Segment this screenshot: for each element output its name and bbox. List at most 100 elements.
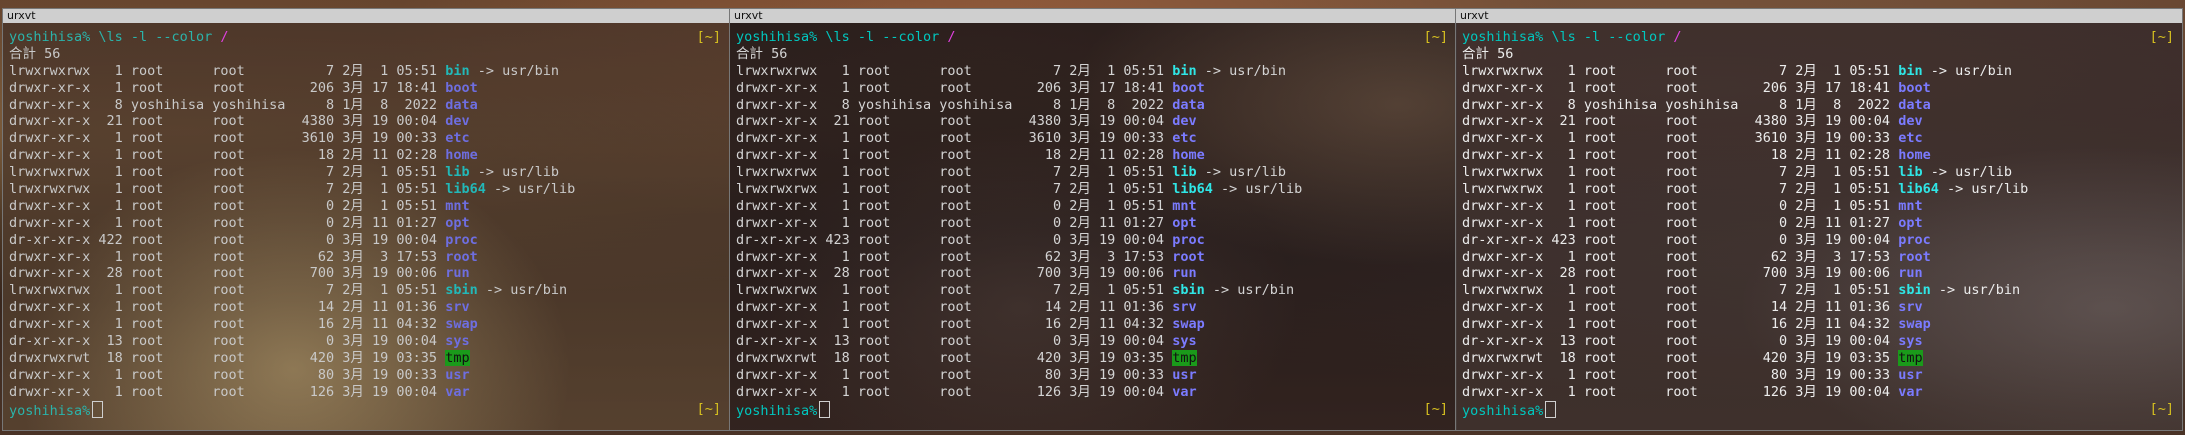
file-owner: root — [1583, 299, 1666, 316]
file-name[interactable]: opt — [445, 215, 469, 231]
file-name[interactable]: var — [1172, 384, 1196, 400]
listing-row: drwxr-xr-x 1 root root 206 3月 17 18:41 b… — [736, 80, 1450, 97]
file-group: root — [212, 231, 294, 248]
file-owner: root — [857, 333, 940, 350]
file-name[interactable]: lib — [1898, 164, 1922, 180]
file-name[interactable]: tmp — [445, 349, 470, 366]
file-name[interactable]: proc — [1172, 232, 1205, 248]
file-name[interactable]: srv — [1172, 299, 1196, 315]
file-name[interactable]: tmp — [1898, 349, 1923, 366]
file-name[interactable]: srv — [1898, 299, 1922, 315]
file-day: 19 — [1825, 231, 1850, 248]
file-name[interactable]: data — [1898, 97, 1931, 113]
file-name[interactable]: sbin — [1172, 282, 1205, 298]
file-name[interactable]: lib64 — [1898, 181, 1939, 197]
terminal-content[interactable]: yoshihisa% \ls -l --color / [~] 合計 56 lrwxr… — [1456, 23, 2182, 430]
file-name[interactable]: boot — [1172, 80, 1205, 96]
file-name[interactable]: proc — [1898, 232, 1931, 248]
terminal-window-1[interactable]: urxvt yoshihisa% \ls -l --color / [~] 合計 5… — [2, 8, 730, 431]
file-name[interactable]: root — [1898, 249, 1931, 265]
file-name[interactable]: bin — [1172, 63, 1196, 79]
file-name[interactable]: dev — [1898, 113, 1922, 129]
file-name[interactable]: lib — [1172, 164, 1196, 180]
file-name[interactable]: sys — [1172, 333, 1196, 349]
file-name[interactable]: sys — [1898, 333, 1922, 349]
window-titlebar[interactable]: urxvt — [1456, 9, 2182, 23]
file-name[interactable]: usr — [445, 367, 469, 383]
file-name[interactable]: swap — [445, 316, 478, 332]
window-titlebar[interactable]: urxvt — [3, 9, 729, 23]
file-group: root — [939, 265, 1021, 282]
file-name[interactable]: sbin — [445, 282, 478, 298]
file-name[interactable]: root — [445, 249, 478, 265]
file-name[interactable]: run — [1172, 265, 1196, 281]
file-name[interactable]: usr — [1172, 367, 1196, 383]
file-name[interactable]: swap — [1898, 316, 1931, 332]
file-name[interactable]: boot — [445, 80, 478, 96]
file-permissions: drwxr-xr-x — [1462, 265, 1552, 282]
file-permissions: dr-xr-xr-x — [9, 231, 99, 248]
file-name[interactable]: lib64 — [445, 181, 486, 197]
file-owner: root — [130, 366, 213, 383]
file-name[interactable]: mnt — [1898, 198, 1922, 214]
file-name[interactable]: usr — [1898, 367, 1922, 383]
link-count: 28 — [1551, 265, 1584, 282]
file-group: root — [1665, 383, 1747, 400]
active-prompt-line[interactable]: yoshihisa% [~] — [1462, 400, 2176, 419]
link-count: 28 — [98, 265, 131, 282]
file-name[interactable]: sbin — [1898, 282, 1931, 298]
listing-row: drwxr-xr-x 1 root root 0 2月 1 05:51 mnt — [736, 198, 1450, 215]
file-name[interactable]: dev — [445, 113, 469, 129]
file-name[interactable]: opt — [1898, 215, 1922, 231]
file-name[interactable]: opt — [1172, 215, 1196, 231]
file-name[interactable]: etc — [445, 130, 469, 146]
file-name[interactable]: swap — [1172, 316, 1205, 332]
file-group: root — [212, 214, 294, 231]
terminal-window-2[interactable]: urxvt yoshihisa% \ls -l --color / [~] 合計 5… — [729, 8, 1457, 431]
terminal-cursor[interactable] — [1545, 400, 1557, 418]
file-name[interactable]: home — [445, 147, 478, 163]
file-name[interactable]: bin — [445, 63, 469, 79]
file-size: 7 — [293, 62, 343, 79]
file-time: 05:51 — [1123, 164, 1173, 181]
file-name[interactable]: data — [445, 97, 478, 113]
file-permissions: drwxr-xr-x — [9, 265, 99, 282]
file-name[interactable]: mnt — [1172, 198, 1196, 214]
file-month: 3月 — [342, 130, 373, 147]
file-name[interactable]: bin — [1898, 63, 1922, 79]
active-prompt-line[interactable]: yoshihisa% [~] — [9, 400, 723, 419]
file-time: 01:36 — [396, 299, 446, 316]
file-name[interactable]: tmp — [1172, 349, 1197, 366]
terminal-cursor[interactable] — [819, 400, 831, 418]
file-name[interactable]: data — [1172, 97, 1205, 113]
file-name[interactable]: dev — [1172, 113, 1196, 129]
terminal-content[interactable]: yoshihisa% \ls -l --color / [~] 合計 56 lrwxr… — [730, 23, 1456, 430]
file-month: 2月 — [1795, 282, 1826, 299]
file-name[interactable]: sys — [445, 333, 469, 349]
file-name[interactable]: var — [1898, 384, 1922, 400]
file-name[interactable]: boot — [1898, 80, 1931, 96]
terminal-content[interactable]: yoshihisa% \ls -l --color / [~] 合計 56 lrwxr… — [3, 23, 729, 430]
file-name[interactable]: home — [1898, 147, 1931, 163]
file-name[interactable]: var — [445, 384, 469, 400]
file-time: 05:51 — [1849, 164, 1899, 181]
file-time: 00:04 — [1849, 231, 1899, 248]
terminal-window-3[interactable]: urxvt yoshihisa% \ls -l --color / [~] 合計 5… — [1455, 8, 2183, 431]
file-name[interactable]: lib — [445, 164, 469, 180]
file-name[interactable]: proc — [445, 232, 478, 248]
file-name[interactable]: lib64 — [1172, 181, 1213, 197]
file-name[interactable]: home — [1172, 147, 1205, 163]
file-size: 8 — [1746, 96, 1796, 113]
file-name[interactable]: root — [1172, 249, 1205, 265]
active-prompt-line[interactable]: yoshihisa% [~] — [736, 400, 1450, 419]
file-name[interactable]: etc — [1898, 130, 1922, 146]
file-name[interactable]: mnt — [445, 198, 469, 214]
file-name[interactable]: run — [1898, 265, 1922, 281]
file-size: 7 — [1020, 62, 1070, 79]
file-name[interactable]: etc — [1172, 130, 1196, 146]
terminal-cursor[interactable] — [92, 400, 104, 418]
file-name[interactable]: run — [445, 265, 469, 281]
file-name[interactable]: srv — [445, 299, 469, 315]
listing-row: drwxrwxrwt 18 root root 420 3月 19 03:35 … — [736, 349, 1450, 367]
window-titlebar[interactable]: urxvt — [730, 9, 1456, 23]
